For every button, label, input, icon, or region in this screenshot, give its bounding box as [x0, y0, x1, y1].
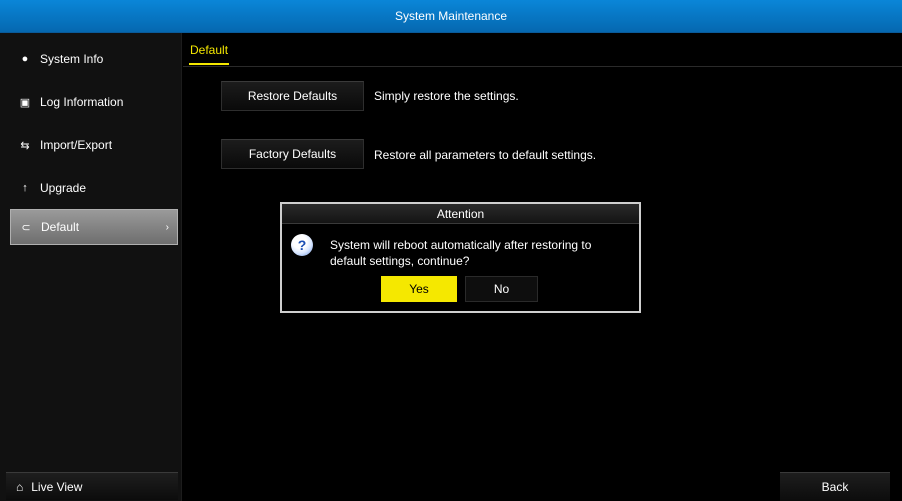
sidebar-item-system-info[interactable]: ● System Info [10, 41, 178, 77]
dialog-title: Attention [436, 206, 485, 221]
sidebar-item-default[interactable]: ⊂ Default › [10, 209, 178, 245]
home-icon: ⌂ [16, 479, 24, 494]
sidebar-item-log-information[interactable]: ▣ Log Information [10, 84, 178, 120]
main-panel: Default Restore Defaults Simply restore … [183, 33, 902, 501]
attention-dialog: Attention ? System will reboot automatic… [280, 202, 641, 313]
window-title: System Maintenance [394, 9, 508, 23]
yes-button[interactable]: Yes [381, 276, 457, 302]
dialog-title-bar: Attention [282, 204, 639, 224]
sidebar-item-label: System Info [40, 52, 104, 66]
question-icon: ? [291, 234, 313, 256]
factory-defaults-button[interactable]: Factory Defaults [221, 139, 364, 169]
back-button[interactable]: Back [780, 472, 890, 501]
info-icon: ● [21, 53, 29, 65]
live-view-button[interactable]: ⌂ Live View [6, 472, 178, 500]
import-export-icon: ⇆ [20, 139, 30, 152]
dialog-message: System will reboot automatically after r… [330, 238, 592, 268]
chevron-right-icon: › [165, 221, 169, 233]
title-bar: System Maintenance [0, 0, 902, 33]
sidebar-item-upgrade[interactable]: ↑ Upgrade [10, 170, 178, 206]
sidebar-item-label: Log Information [40, 95, 124, 109]
upgrade-icon: ↑ [22, 182, 28, 194]
sidebar-item-label: Import/Export [40, 138, 113, 152]
tab-default[interactable]: Default [189, 43, 230, 65]
sidebar-item-label: Upgrade [40, 181, 87, 195]
sidebar-item-import-export[interactable]: ⇆ Import/Export [10, 127, 178, 163]
log-icon: ▣ [19, 96, 31, 109]
sidebar-item-label: Default [41, 220, 80, 234]
factory-defaults-description: Restore all parameters to default settin… [374, 148, 597, 162]
tab-divider [183, 66, 902, 67]
restore-defaults-button[interactable]: Restore Defaults [221, 81, 364, 111]
sidebar: ● System Info ▣ Log Information ⇆ Import… [0, 33, 182, 501]
no-button[interactable]: No [465, 276, 538, 302]
restore-defaults-description: Simply restore the settings. [374, 89, 519, 103]
default-icon: ⊂ [21, 221, 31, 234]
live-view-label: Live View [31, 479, 83, 494]
